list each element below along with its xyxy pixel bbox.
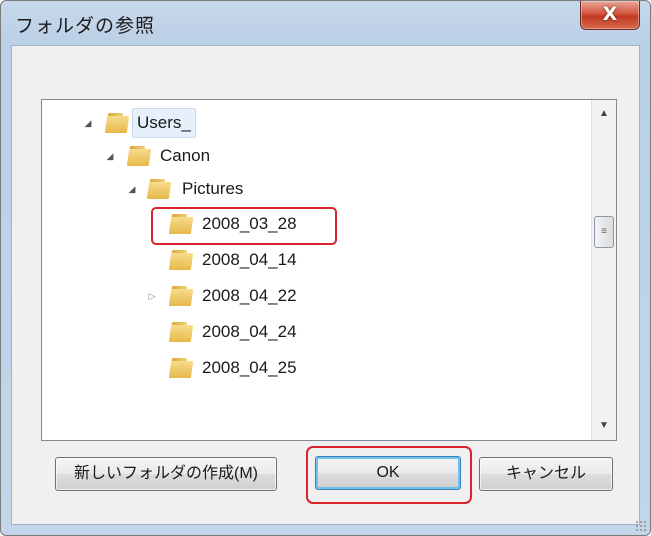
folder-icon [168,214,194,234]
scroll-down-icon[interactable]: ▼ [592,416,616,436]
scrollbar-thumb[interactable]: ≡ [594,216,614,248]
tree-node-canon[interactable]: ◢ Canon [104,140,304,172]
expanded-arrow-icon[interactable]: ◢ [104,140,116,172]
tree-node-pictures[interactable]: ◢ Pictures [126,173,326,205]
close-button[interactable]: X [580,1,640,30]
tree-node-label: 2008_03_28 [202,214,297,233]
tree-node-2008-03-28[interactable]: 2008_03_28 [148,208,348,240]
tree-node-label: 2008_04_24 [202,322,297,341]
tree-node-2008-04-22[interactable]: ▷ 2008_04_22 [148,280,348,312]
tree-node-2008-04-14[interactable]: 2008_04_14 [148,244,348,276]
dialog-title: フォルダの参照 [15,16,156,37]
folder-tree-list: ◢ Users_ ◢ Canon ◢ Pictures 2008_03_28 2… [42,100,590,440]
ok-button[interactable]: OK [315,456,461,490]
tree-node-label: 2008_04_25 [202,358,297,377]
resize-grip-icon[interactable] [635,520,647,532]
tree-node-2008-04-24[interactable]: 2008_04_24 [148,316,348,348]
folder-browse-dialog: フォルダの参照 X ◢ Users_ ◢ Canon ◢ Pictures 20… [0,0,651,536]
folder-icon [168,286,194,306]
tree-node-label: Pictures [182,179,244,198]
folder-icon [168,322,194,342]
vertical-scrollbar[interactable]: ▲ ≡ ▼ [591,100,616,440]
tree-node-label: Users_ [132,108,196,138]
folder-icon [126,146,152,166]
cancel-button[interactable]: キャンセル [479,457,613,491]
expanded-arrow-icon[interactable]: ◢ [126,173,138,205]
tree-node-label: Canon [160,146,211,165]
tree-node-users[interactable]: ◢ Users_ [82,107,282,139]
tree-node-label: 2008_04_14 [202,250,297,269]
new-folder-button[interactable]: 新しいフォルダの作成(M) [55,457,277,491]
folder-icon [168,358,194,378]
tree-node-label: 2008_04_22 [202,286,297,305]
title-bar[interactable]: フォルダの参照 X [1,1,650,45]
folder-icon [104,113,130,133]
folder-icon [168,250,194,270]
folder-tree[interactable]: ◢ Users_ ◢ Canon ◢ Pictures 2008_03_28 2… [41,99,617,441]
scroll-up-icon[interactable]: ▲ [592,104,616,124]
close-icon: X [602,3,618,25]
tree-node-2008-04-25[interactable]: 2008_04_25 [148,352,348,384]
folder-icon [146,179,172,199]
expanded-arrow-icon[interactable]: ◢ [82,107,94,139]
collapsed-arrow-icon[interactable]: ▷ [146,280,158,312]
